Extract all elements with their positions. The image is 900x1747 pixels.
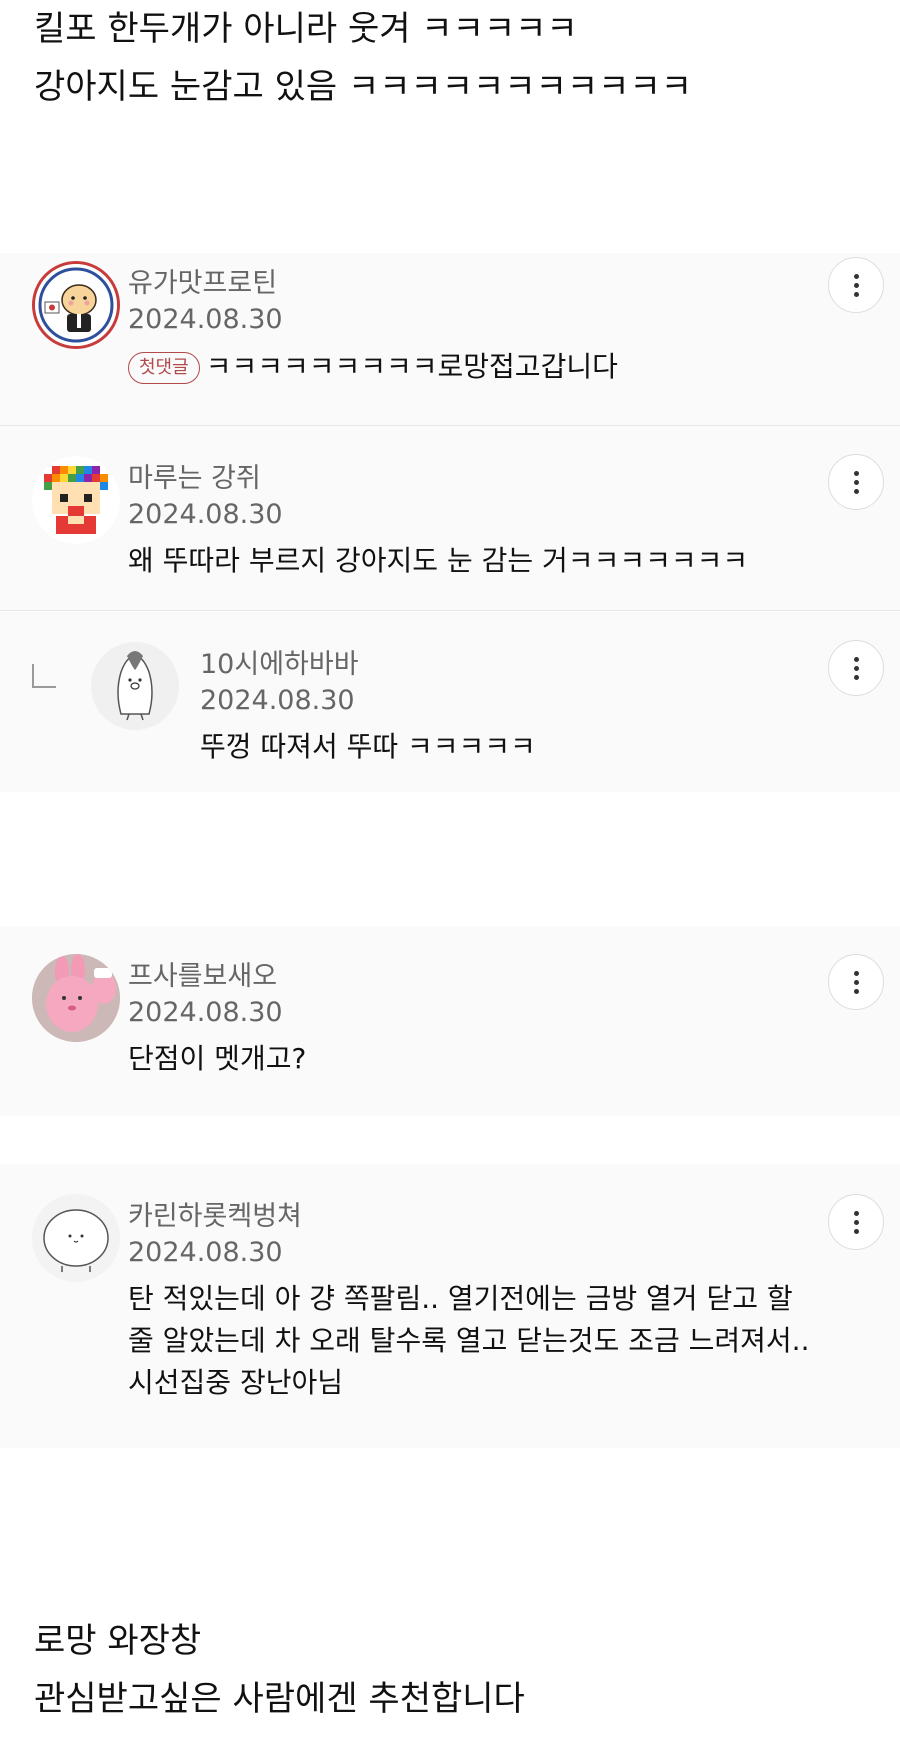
more-vertical-icon xyxy=(853,970,859,976)
more-options-button[interactable] xyxy=(828,1194,884,1250)
comment-author[interactable]: 마루는 강쥐 xyxy=(128,462,261,496)
reply-arrow-icon xyxy=(32,664,56,688)
comment-text: ㅋㅋㅋㅋㅋㅋㅋㅋㅋ로망접고갑니다 xyxy=(205,350,618,383)
intro-line-1: 킬포 한두개가 아니라 웃겨 ㅋㅋㅋㅋㅋ xyxy=(34,9,578,49)
comment-body: 첫댓글 ㅋㅋㅋㅋㅋㅋㅋㅋㅋ로망접고갑니다 xyxy=(128,346,618,388)
comment-author[interactable]: 유가맛프로틴 xyxy=(128,267,277,301)
page: 킬포 한두개가 아니라 웃겨 ㅋㅋㅋㅋㅋ 강아지도 눈감고 있음 ㅋㅋㅋㅋㅋㅋㅋ… xyxy=(0,0,900,1747)
comment-author[interactable]: 10시에하바바 xyxy=(200,648,359,682)
comment-body-line-3: 시선집중 장난아님 xyxy=(128,1366,343,1399)
comment-date: 2024.08.30 xyxy=(200,685,355,716)
avatar[interactable] xyxy=(32,1194,120,1282)
comment-body: 뚜껑 따져서 뚜따 ㅋㅋㅋㅋㅋ xyxy=(200,730,536,763)
comment-author[interactable]: 카린하롯켁벙쳐 xyxy=(128,1200,302,1234)
outro-line-1: 로망 와장창 xyxy=(34,1621,202,1661)
first-comment-badge: 첫댓글 xyxy=(128,352,200,384)
more-vertical-icon xyxy=(853,1210,859,1216)
comment-item: 마루는 강쥐 2024.08.30 왜 뚜따라 부르지 강아지도 눈 감는 거ㅋ… xyxy=(0,426,900,611)
comment-body-line-1: 탄 적있는데 아 걍 쪽팔림.. 열기전에는 금방 열거 닫고 할 xyxy=(128,1282,793,1315)
reply-comment-item: 10시에하바바 2024.08.30 뚜껑 따져서 뚜따 ㅋㅋㅋㅋㅋ xyxy=(0,612,900,792)
comment-date: 2024.08.30 xyxy=(128,499,283,530)
comment-author[interactable]: 프사를보새오 xyxy=(128,960,277,994)
avatar[interactable] xyxy=(91,642,179,730)
outro-line-2: 관심받고싶은 사람에겐 추천합니다 xyxy=(34,1679,525,1719)
avatar[interactable] xyxy=(32,954,120,1042)
more-options-button[interactable] xyxy=(828,954,884,1010)
more-options-button[interactable] xyxy=(828,454,884,510)
comment-date: 2024.08.30 xyxy=(128,304,283,335)
post-outro: 로망 와장창 관심받고싶은 사람에겐 추천합니다 xyxy=(34,1612,874,1728)
intro-line-2: 강아지도 눈감고 있음 ㅋㅋㅋㅋㅋㅋㅋㅋㅋㅋㅋ xyxy=(34,67,693,107)
comment-body: 단점이 멧개고? xyxy=(128,1042,307,1075)
more-vertical-icon xyxy=(853,656,859,662)
comment-body: 왜 뚜따라 부르지 강아지도 눈 감는 거ㅋㅋㅋㅋㅋㅋㅋ xyxy=(128,544,749,577)
more-options-button[interactable] xyxy=(828,640,884,696)
more-options-button[interactable] xyxy=(828,257,884,313)
comment-date: 2024.08.30 xyxy=(128,997,283,1028)
more-vertical-icon xyxy=(853,273,859,279)
comment-body-line-2: 줄 알았는데 차 오래 탈수록 열고 닫는것도 조금 느려져서.. xyxy=(128,1324,810,1357)
comment-date: 2024.08.30 xyxy=(128,1237,283,1268)
comment-item: 카린하롯켁벙쳐 2024.08.30 탄 적있는데 아 걍 쪽팔림.. 열기전에… xyxy=(0,1164,900,1448)
comment-item: 유가맛프로틴 2024.08.30 첫댓글 ㅋㅋㅋㅋㅋㅋㅋㅋㅋ로망접고갑니다 xyxy=(0,253,900,426)
more-vertical-icon xyxy=(853,470,859,476)
post-intro: 킬포 한두개가 아니라 웃겨 ㅋㅋㅋㅋㅋ 강아지도 눈감고 있음 ㅋㅋㅋㅋㅋㅋㅋ… xyxy=(34,0,874,116)
avatar[interactable] xyxy=(32,456,120,544)
avatar[interactable] xyxy=(32,261,120,349)
comment-item: 프사를보새오 2024.08.30 단점이 멧개고? xyxy=(0,926,900,1116)
